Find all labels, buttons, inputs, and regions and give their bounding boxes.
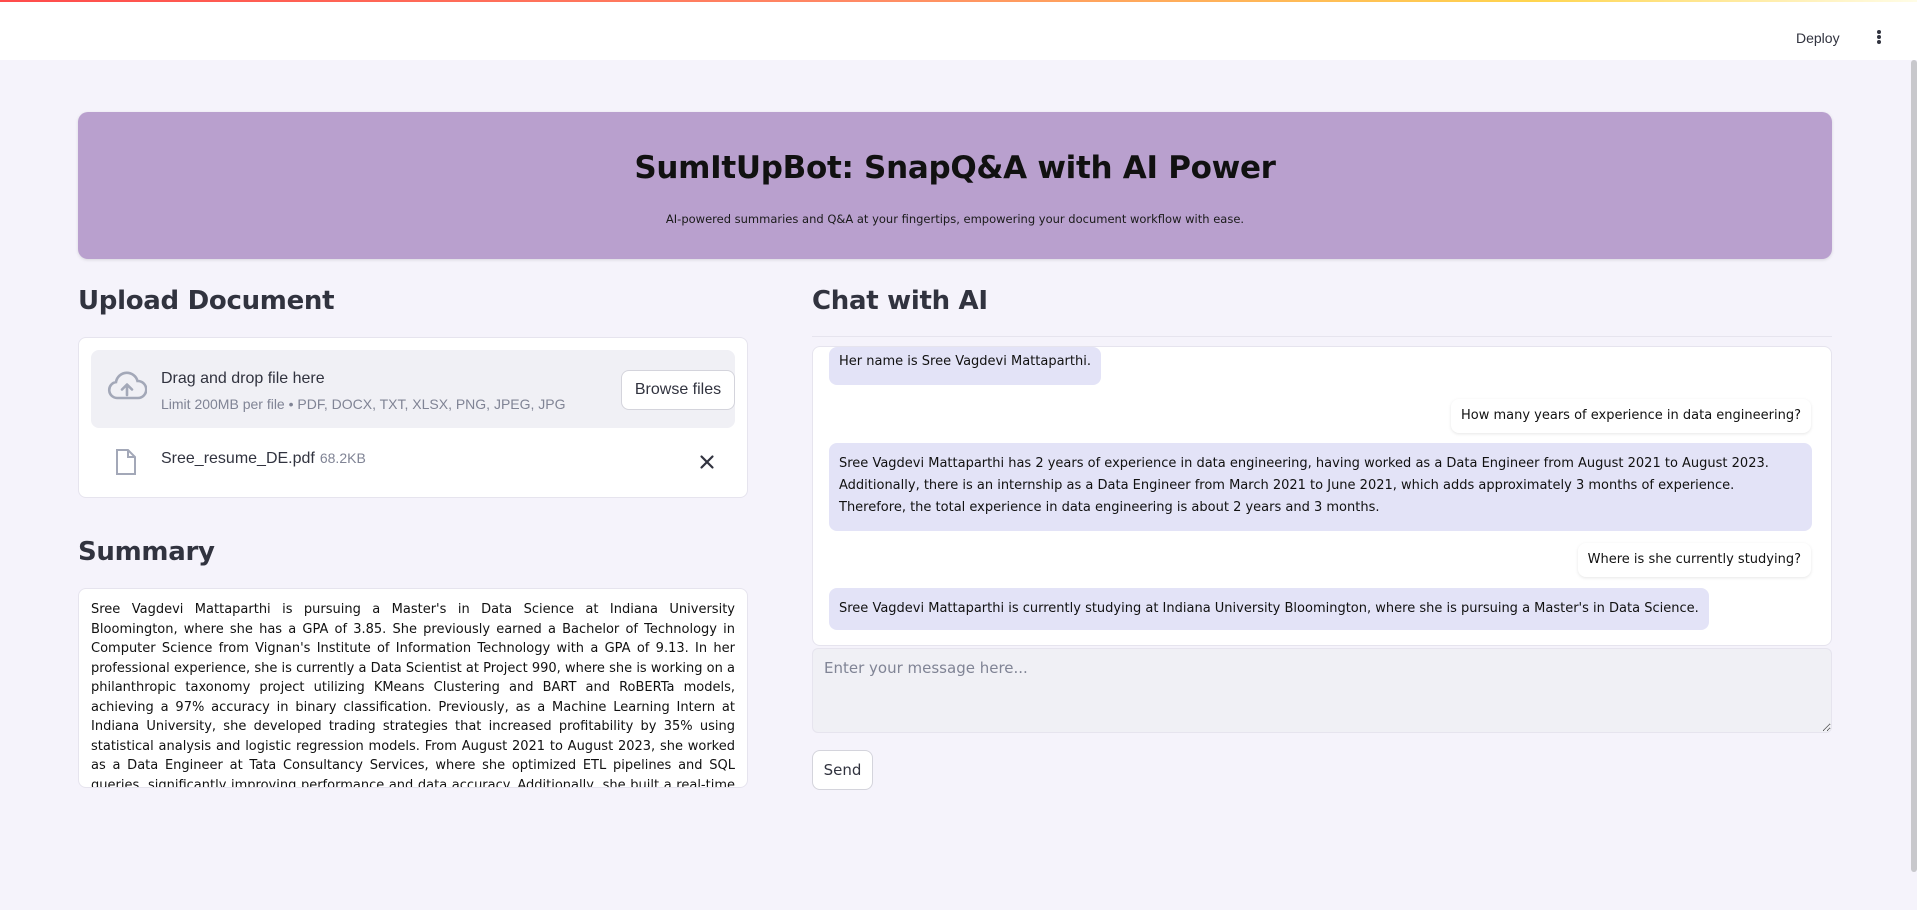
chat-heading: Chat with AI: [812, 286, 988, 316]
file-name: Sree_resume_DE.pdf 68.2KB: [161, 450, 366, 468]
summary-text: Sree Vagdevi Mattaparthi is pursuing a M…: [91, 602, 735, 788]
page-title: SumItUpBot: SnapQ&A with AI Power: [634, 150, 1276, 186]
dropzone[interactable]: Drag and drop file here Limit 200MB per …: [91, 350, 735, 428]
file-icon: [116, 449, 136, 475]
drop-title: Drag and drop file here: [161, 370, 325, 387]
summary-textbox[interactable]: Sree Vagdevi Mattaparthi is pursuing a M…: [78, 588, 748, 788]
uploaded-file-row: Sree_resume_DE.pdf 68.2KB: [91, 438, 735, 486]
deploy-button[interactable]: Deploy: [1796, 24, 1840, 52]
chat-message-user: How many years of experience in data eng…: [1450, 399, 1811, 433]
chat-message-user: Where is she currently studying?: [1577, 543, 1811, 577]
chat-history[interactable]: Her name is Sree Vagdevi Mattaparthi. Ho…: [812, 346, 1832, 646]
page-scrollbar[interactable]: [1911, 60, 1917, 872]
file-size: 68.2KB: [319, 450, 366, 466]
app-header: Deploy: [0, 2, 1917, 60]
chat-message-bot: Sree Vagdevi Mattaparthi has 2 years of …: [829, 443, 1812, 531]
hero-banner: SumItUpBot: SnapQ&A with AI Power AI-pow…: [78, 112, 1832, 259]
browse-files-button[interactable]: Browse files: [621, 370, 735, 410]
page-subtitle: AI-powered summaries and Q&A at your fin…: [665, 212, 1245, 226]
kebab-menu-icon[interactable]: [1872, 26, 1886, 48]
file-uploader: Drag and drop file here Limit 200MB per …: [78, 337, 748, 498]
summary-heading: Summary: [78, 537, 215, 567]
cloud-upload-icon: [107, 371, 147, 400]
close-icon[interactable]: [697, 452, 717, 472]
chat-message-bot: Her name is Sree Vagdevi Mattaparthi.: [829, 347, 1101, 385]
chat-divider: [812, 336, 1832, 337]
upload-heading: Upload Document: [78, 286, 335, 316]
drop-limit-text: Limit 200MB per file • PDF, DOCX, TXT, X…: [161, 396, 566, 412]
file-name-text: Sree_resume_DE.pdf: [161, 450, 315, 467]
chat-message-bot: Sree Vagdevi Mattaparthi is currently st…: [829, 588, 1709, 630]
send-button[interactable]: Send: [812, 750, 873, 790]
chat-message-input[interactable]: [812, 648, 1832, 733]
